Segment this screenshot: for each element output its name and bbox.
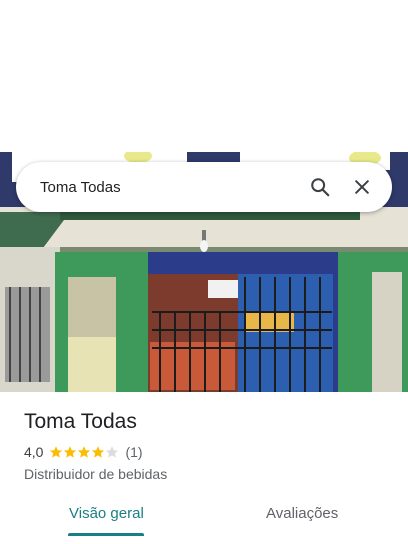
place-tabs: Visão geral Avaliações — [0, 493, 408, 544]
search-query-text[interactable]: Toma Todas — [40, 179, 296, 196]
star-icon — [64, 446, 77, 458]
star-icon — [78, 446, 91, 458]
rating-value: 4,0 — [24, 444, 44, 460]
star-icon — [92, 446, 105, 458]
search-bar[interactable]: Toma Todas — [16, 162, 392, 212]
rating-stars — [49, 445, 119, 459]
review-count: (1) — [125, 444, 143, 460]
search-icon — [311, 178, 330, 197]
tab-overview[interactable]: Visão geral — [69, 505, 144, 522]
star-icon — [50, 446, 63, 458]
place-category: Distribuidor de bebidas — [24, 466, 168, 482]
rating-row[interactable]: 4,0 (1) — [24, 442, 394, 462]
close-icon — [355, 180, 369, 194]
tab-reviews[interactable]: Avaliações — [266, 505, 338, 522]
star-icon — [106, 446, 119, 458]
place-title: Toma Todas — [24, 410, 137, 433]
search-button[interactable] — [302, 169, 338, 205]
selected-tab-indicator — [68, 533, 144, 536]
place-info: Toma Todas 4,0 (1) Distribuidor de bebid… — [24, 408, 394, 482]
clear-search-button[interactable] — [344, 169, 380, 205]
